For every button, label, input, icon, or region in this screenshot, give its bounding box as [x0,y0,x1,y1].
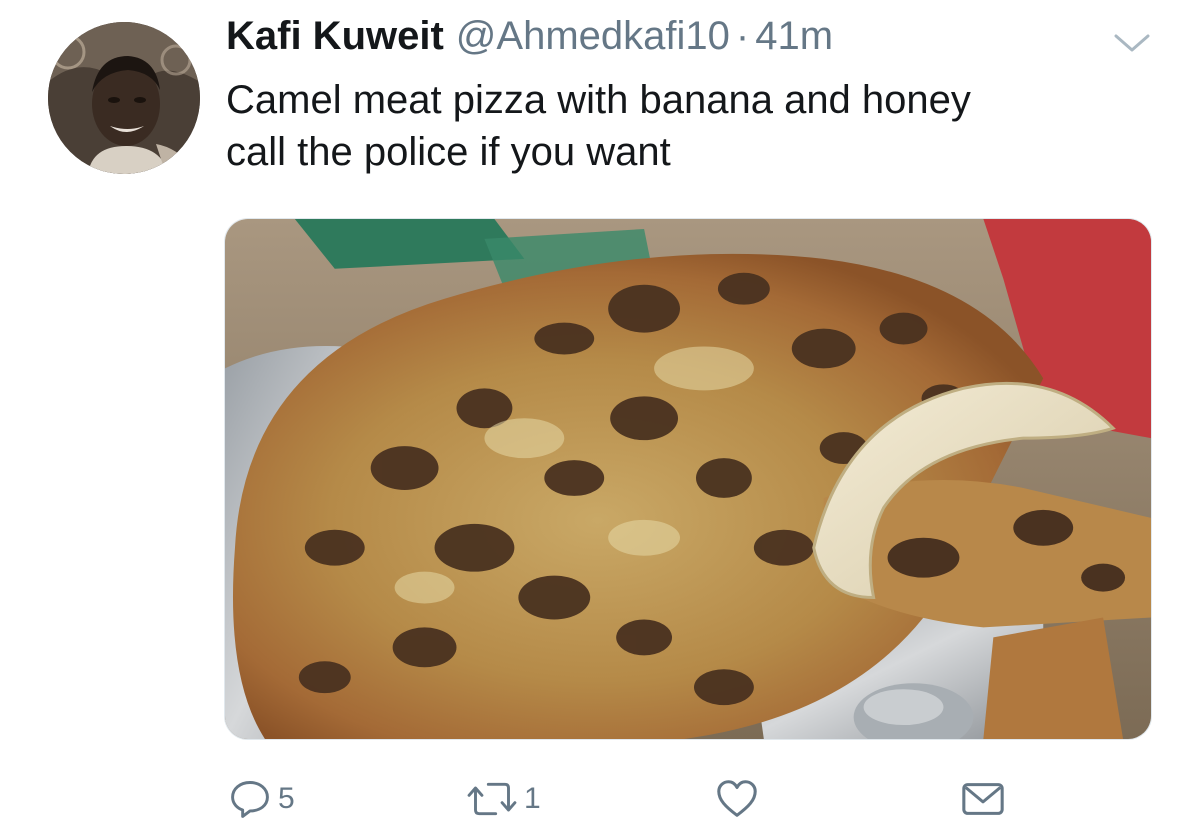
envelope-icon [960,776,1006,822]
like-button[interactable] [714,774,766,824]
reply-button[interactable]: 5 [228,774,295,824]
pizza-photo [225,219,1151,739]
retweet-count: 1 [524,782,541,815]
heart-icon [714,776,760,822]
author-display-name[interactable]: Kafi Kuweit [226,14,444,59]
tweet-actions: 5 1 [0,774,1200,824]
tweet-header: Kafi Kuweit @Ahmedkafi10 · 41m [226,14,833,64]
tweet: Kafi Kuweit @Ahmedkafi10 · 41m Camel mea… [0,0,1200,828]
tweet-text-line: Camel meat pizza with banana and honey [226,78,971,122]
tweet-timestamp[interactable]: 41m [755,14,833,59]
separator-dot: · [735,14,750,58]
chevron-down-icon[interactable] [1112,30,1152,56]
tweet-photo[interactable] [224,218,1152,740]
direct-message-button[interactable] [960,774,1006,824]
reply-count: 5 [278,782,295,815]
author-handle[interactable]: @Ahmedkafi10 [456,14,730,59]
tweet-text: Camel meat pizza with banana and honey c… [226,74,1166,178]
avatar[interactable] [48,22,200,174]
retweet-icon [466,777,518,821]
reply-icon [228,777,272,821]
retweet-button[interactable]: 1 [466,774,541,824]
avatar-image [48,22,200,174]
tweet-text-line: call the police if you want [226,130,671,174]
